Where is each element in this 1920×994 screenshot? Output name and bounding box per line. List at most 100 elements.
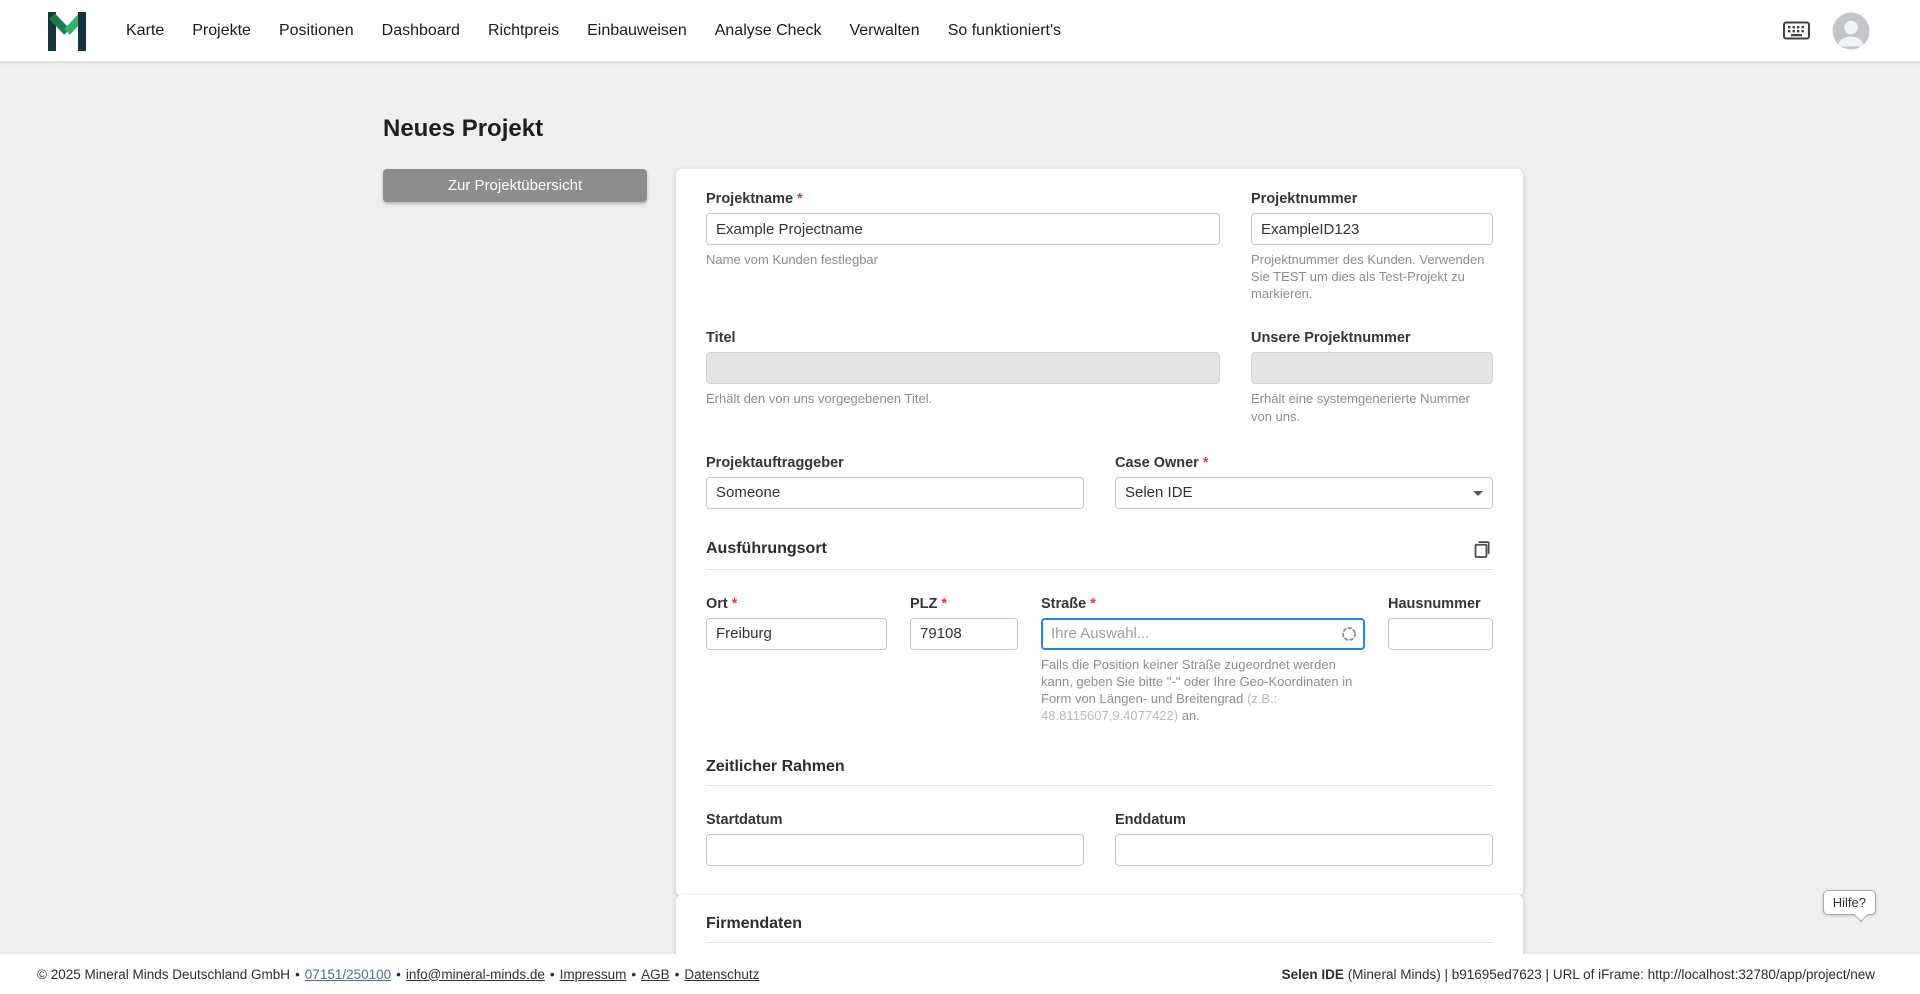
label-text: Ort [706, 596, 728, 612]
back-to-projects-button[interactable]: Zur Projektübersicht [383, 169, 647, 202]
nav-item-richtpreis[interactable]: Richtpreis [474, 0, 573, 61]
case-owner-selected-value: Selen IDE [1125, 484, 1193, 501]
unsere-projektnummer-helper: Erhält eine systemgenerierte Nummer von … [1251, 390, 1493, 424]
nav-item-so-funktionierts[interactable]: So funktioniert's [934, 0, 1075, 61]
footer-link-agb[interactable]: AGB [641, 967, 670, 982]
field-titel: Titel Erhält den von uns vorgegebenen Ti… [706, 330, 1220, 424]
strasse-input-wrap [1041, 618, 1365, 650]
section-zeitlicher-rahmen-header: Zeitlicher Rahmen [706, 758, 1493, 786]
nav-item-positionen[interactable]: Positionen [265, 0, 368, 61]
navbar-right-actions [1783, 12, 1870, 50]
field-enddatum: Enddatum [1115, 812, 1493, 866]
hausnummer-label: Hausnummer [1388, 596, 1493, 612]
projektauftraggeber-label: Projektauftraggeber [706, 455, 1084, 471]
label-text: PLZ [910, 596, 937, 612]
session-info: Selen IDE (Mineral Minds) | b91695ed7623… [1282, 967, 1875, 982]
separator-dot: • [396, 967, 401, 982]
field-strasse: Straße* Falls die Position keiner Straße… [1041, 596, 1365, 725]
nav-item-dashboard[interactable]: Dashboard [368, 0, 474, 61]
avatar-glyph [1832, 12, 1870, 50]
footer-link-impressum[interactable]: Impressum [560, 967, 627, 982]
separator-dot: • [550, 967, 555, 982]
projektauftraggeber-input[interactable] [706, 477, 1084, 509]
field-unsere-projektnummer: Unsere Projektnummer Erhält eine systemg… [1251, 330, 1493, 424]
row-projektname-projektnummer: Projektname* Name vom Kunden festlegbar … [706, 191, 1493, 302]
nav-item-analyse-check[interactable]: Analyse Check [701, 0, 836, 61]
strasse-input[interactable] [1041, 618, 1365, 650]
project-form-card: Projektname* Name vom Kunden festlegbar … [676, 169, 1523, 896]
titel-helper: Erhält den von uns vorgegebenen Titel. [706, 390, 1220, 407]
strasse-helper-main: Falls die Position keiner Straße zugeord… [1041, 657, 1352, 706]
enddatum-input[interactable] [1115, 834, 1493, 866]
page-title: Neues Projekt [383, 115, 543, 143]
plz-input[interactable] [910, 618, 1018, 650]
row-dates: Startdatum Enddatum [706, 812, 1493, 866]
field-projektauftraggeber: Projektauftraggeber [706, 455, 1084, 509]
startdatum-input[interactable] [706, 834, 1084, 866]
plz-label: PLZ* [910, 596, 1018, 612]
section-zeitlicher-rahmen-title: Zeitlicher Rahmen [706, 758, 845, 776]
startdatum-label: Startdatum [706, 812, 1084, 828]
label-text: Projektnummer [1251, 191, 1357, 207]
nav-item-karte[interactable]: Karte [112, 0, 178, 61]
field-projektnummer: Projektnummer Projektnummer des Kunden. … [1251, 191, 1493, 302]
user-avatar-icon[interactable] [1832, 12, 1870, 50]
loading-spinner-icon [1341, 626, 1357, 642]
footer-link-phone[interactable]: 07151/250100 [305, 967, 391, 982]
page-footer: © 2025 Mineral Minds Deutschland GmbH • … [0, 954, 1920, 994]
main-nav: Karte Projekte Positionen Dashboard Rich… [112, 0, 1075, 61]
titel-input [706, 352, 1220, 384]
enddatum-label: Enddatum [1115, 812, 1493, 828]
nav-item-projekte[interactable]: Projekte [178, 0, 265, 61]
keyboard-icon[interactable] [1783, 21, 1810, 40]
firmendaten-card: Firmendaten [676, 895, 1523, 954]
label-text: Enddatum [1115, 812, 1186, 828]
session-user: Selen IDE [1282, 967, 1344, 982]
label-text: Case Owner [1115, 455, 1199, 471]
mineral-minds-logo[interactable] [46, 11, 88, 51]
row-auftraggeber-caseowner: Projektauftraggeber Case Owner* Selen ID… [706, 455, 1493, 509]
strasse-helper-suffix: an. [1178, 708, 1200, 723]
copyright-text: © 2025 Mineral Minds Deutschland GmbH [37, 967, 290, 982]
chevron-down-icon [1473, 491, 1483, 496]
hausnummer-input[interactable] [1388, 618, 1493, 650]
main-content: Neues Projekt Zur Projektübersicht Proje… [0, 61, 1920, 954]
footer-link-datenschutz[interactable]: Datenschutz [684, 967, 759, 982]
case-owner-label: Case Owner* [1115, 455, 1493, 471]
projektnummer-input[interactable] [1251, 213, 1493, 245]
label-text: Unsere Projektnummer [1251, 330, 1411, 346]
field-ort: Ort* [706, 596, 887, 725]
separator-dot: • [295, 967, 300, 982]
label-text: Titel [706, 330, 736, 346]
help-button[interactable]: Hilfe? [1823, 890, 1876, 915]
session-details: (Mineral Minds) | b91695ed7623 | URL of … [1344, 967, 1875, 982]
projektnummer-label: Projektnummer [1251, 191, 1493, 207]
nav-item-verwalten[interactable]: Verwalten [835, 0, 933, 61]
separator-dot: • [631, 967, 636, 982]
ort-label: Ort* [706, 596, 887, 612]
projektname-label: Projektname* [706, 191, 1220, 207]
unsere-projektnummer-input [1251, 352, 1493, 384]
footer-legal: © 2025 Mineral Minds Deutschland GmbH • … [37, 967, 759, 982]
separator-dot: • [675, 967, 680, 982]
case-owner-select[interactable]: Selen IDE [1115, 477, 1493, 509]
strasse-helper: Falls die Position keiner Straße zugeord… [1041, 656, 1365, 725]
footer-link-email[interactable]: info@mineral-minds.de [406, 967, 545, 982]
projektname-input[interactable] [706, 213, 1220, 245]
label-text: Projektauftraggeber [706, 455, 844, 471]
label-text: Startdatum [706, 812, 783, 828]
section-ausfuehrungsort-title: Ausführungsort [706, 540, 827, 558]
required-asterisk: * [797, 191, 803, 207]
copy-icon[interactable] [1472, 539, 1493, 560]
row-location: Ort* PLZ* Straße* Falls die Position kei… [706, 596, 1493, 725]
projektnummer-helper: Projektnummer des Kunden. Verwenden Sie … [1251, 251, 1493, 302]
field-startdatum: Startdatum [706, 812, 1084, 866]
nav-item-einbauweisen[interactable]: Einbauweisen [573, 0, 701, 61]
label-text: Straße [1041, 596, 1086, 612]
ort-input[interactable] [706, 618, 887, 650]
unsere-projektnummer-label: Unsere Projektnummer [1251, 330, 1493, 346]
top-navbar: Karte Projekte Positionen Dashboard Rich… [0, 0, 1920, 61]
required-asterisk: * [732, 596, 738, 612]
titel-label: Titel [706, 330, 1220, 346]
keyboard-glyph [1783, 21, 1810, 40]
